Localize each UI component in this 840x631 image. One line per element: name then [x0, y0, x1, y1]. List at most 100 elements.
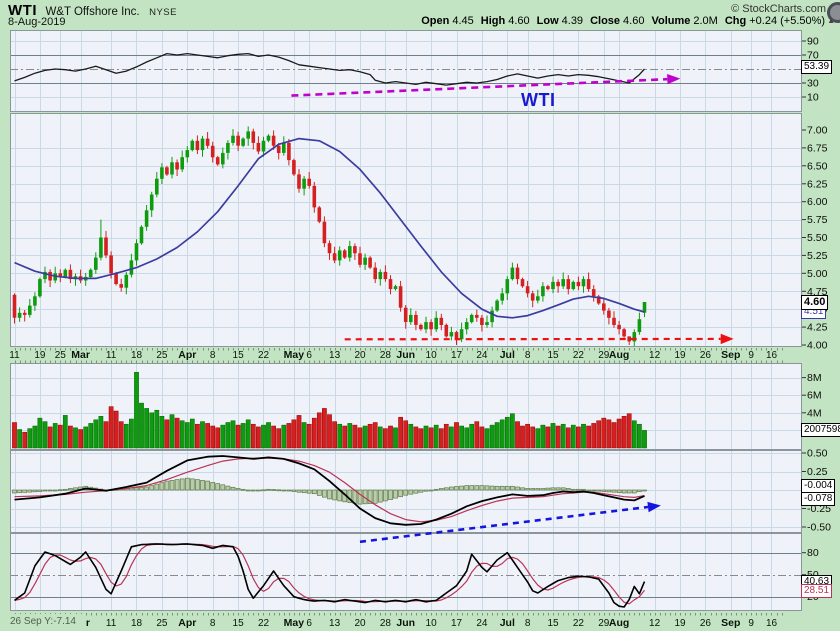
x-axis-tick-label: 18	[131, 350, 143, 361]
copyright-text: © StockCharts.com	[731, 3, 826, 15]
quote-field-label: Volume	[651, 15, 691, 27]
x-axis-tick-label: 15	[233, 350, 245, 361]
axis-value-callout: 28.51	[801, 584, 833, 598]
chart-svg: 907030104.004.254.504.755.005.255.505.75…	[9, 30, 831, 629]
x-axis-tick-label: 11	[9, 350, 20, 361]
crosshair-readout: 26 Sep Y:-7.14	[10, 614, 86, 630]
y-axis-label: 8M	[807, 372, 822, 384]
x-axis-tick-label: 24	[476, 350, 488, 361]
x-axis-tick-label: 8	[525, 350, 531, 361]
axis-value-callout: 2007598	[801, 423, 840, 437]
x-axis-tick-label: 16	[766, 618, 778, 629]
y-axis-label: 4.00	[807, 340, 828, 352]
x-axis-tick-label: 24	[476, 618, 488, 629]
quote-summary-row: Open 4.45 High 4.60 Low 4.39 Close 4.60 Volume 2.…	[414, 15, 835, 27]
x-axis-tick-label: 19	[34, 350, 46, 361]
axis-value-callout: 4.60	[801, 295, 829, 310]
x-axis-tick-label: 19	[674, 618, 686, 629]
y-axis-label: 6M	[807, 390, 822, 402]
x-axis-tick-label: Aug	[609, 617, 629, 629]
quote-field-label: Close	[590, 15, 621, 27]
y-axis-label: -0.50	[807, 522, 831, 534]
x-axis-tick-label: 22	[573, 618, 585, 629]
x-axis-tick-label: 26	[700, 350, 712, 361]
x-axis-tick-label: Mar	[71, 349, 90, 361]
x-axis-tick-label: 9	[748, 350, 754, 361]
x-axis-tick-label: 22	[573, 350, 585, 361]
axis-value-callout: -0.078	[801, 492, 836, 506]
quote-field-label: Chg	[724, 15, 747, 27]
y-axis-label: 90	[807, 36, 819, 48]
x-axis-tick-label: Apr	[178, 349, 196, 361]
x-axis-tick-label: May	[284, 349, 305, 361]
x-axis-tick-label: 22	[258, 618, 270, 629]
y-axis-label: 80	[807, 547, 819, 559]
x-axis-tick-label: 10	[426, 618, 438, 629]
x-axis-tick-label: 19	[674, 350, 686, 361]
x-axis-tick-label: Jul	[500, 617, 515, 629]
quote-field-value: 4.45	[452, 15, 474, 27]
quote-field-label: Low	[536, 15, 559, 27]
quote-field-value: 4.39	[561, 15, 584, 27]
y-axis-label: 5.75	[807, 214, 828, 226]
x-axis-tick-label: Jun	[396, 349, 415, 361]
x-axis-tick-label: 13	[329, 350, 341, 361]
x-axis-tick-label: 22	[258, 350, 270, 361]
x-axis-tick-label: 12	[649, 350, 661, 361]
chart-date: 8-Aug-2019	[8, 16, 66, 28]
y-axis-label: 0.25	[807, 466, 828, 478]
x-axis-tick-label: 25	[156, 350, 168, 361]
x-axis-tick-label: Apr	[178, 617, 196, 629]
x-axis-tick-label: 17	[451, 618, 463, 629]
quote-field-value: 4.60	[623, 15, 645, 27]
chart-canvas[interactable]: 907030104.004.254.504.755.005.255.505.75…	[0, 0, 840, 631]
axis-value-callout: -0.004	[801, 479, 836, 493]
wti-annotation-label: WTI	[521, 90, 556, 110]
x-axis-tick-label: 13	[329, 618, 341, 629]
y-axis-label: 6.00	[807, 196, 828, 208]
x-axis-tick-label: 8	[525, 618, 531, 629]
quote-field-value: +0.24 (+5.50%)	[749, 15, 826, 27]
exchange-label: NYSE	[149, 7, 177, 18]
y-axis-label: 4M	[807, 407, 822, 419]
x-axis-tick-label: 15	[547, 618, 559, 629]
quote-field-value: 2.0M	[693, 15, 718, 27]
x-axis-tick-label: 20	[354, 350, 366, 361]
x-axis-tick-label: 25	[156, 618, 168, 629]
stockcharts-chart-page: WTI W&T Offshore Inc. NYSE © StockCharts…	[0, 0, 840, 631]
y-axis-label: 6.50	[807, 160, 828, 172]
x-axis-tick-label: May	[284, 617, 305, 629]
quote-field-value: 4.60	[508, 15, 530, 27]
x-axis-tick-label: Sep	[721, 349, 740, 361]
x-axis-tick-label: 16	[766, 350, 778, 361]
x-axis-tick-label: 15	[547, 350, 559, 361]
x-axis-tick-label: 15	[233, 618, 245, 629]
y-axis-label: 5.50	[807, 232, 828, 244]
y-axis-label: 7.00	[807, 125, 828, 137]
y-axis-label: 5.25	[807, 250, 828, 262]
x-axis-tick-label: 28	[380, 350, 392, 361]
x-axis-tick-label: Sep	[721, 617, 740, 629]
x-axis-tick-label: 17	[451, 350, 463, 361]
y-axis-label: 0.50	[807, 448, 828, 460]
x-axis-tick-label: 9	[748, 618, 754, 629]
x-axis-tick-label: Aug	[609, 349, 629, 361]
x-axis-tick-label: 11	[106, 618, 117, 629]
axis-value-callout: 53.39	[801, 60, 833, 74]
x-axis-tick-label: Jul	[500, 349, 515, 361]
x-axis-tick-label: 11	[106, 350, 117, 361]
y-axis-label: 6.75	[807, 142, 828, 154]
x-axis-tick-label: 25	[55, 350, 67, 361]
x-axis-tick-label: 8	[210, 618, 216, 629]
change-up-icon: ▲	[827, 16, 835, 25]
x-axis-tick-label: 10	[426, 350, 438, 361]
x-axis-tick-label: 18	[131, 618, 143, 629]
x-axis-tick-label: 20	[354, 618, 366, 629]
y-axis-label: 6.25	[807, 178, 828, 190]
quote-field-label: Open	[421, 15, 450, 27]
x-axis-tick-label: 28	[380, 618, 392, 629]
x-axis-tick-label: 6	[306, 350, 312, 361]
y-axis-label: 10	[807, 92, 819, 104]
x-axis-tick-label: 12	[649, 618, 661, 629]
y-axis-label: 30	[807, 78, 819, 90]
